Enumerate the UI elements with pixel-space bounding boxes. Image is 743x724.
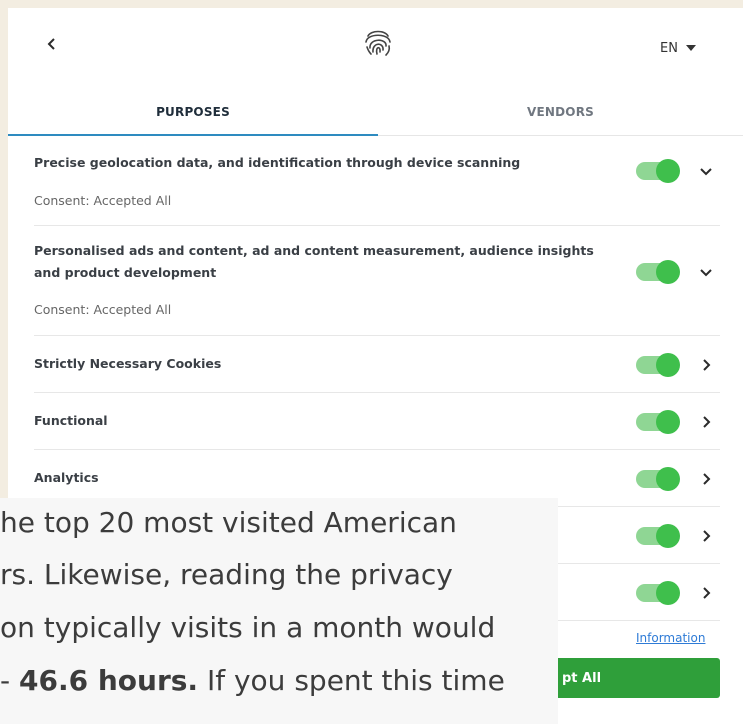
- purpose-row-functional[interactable]: Functional: [34, 393, 720, 450]
- chevron-right-icon[interactable]: [698, 528, 714, 544]
- toggle-knob: [656, 410, 680, 434]
- toggle-knob: [656, 159, 680, 183]
- purpose-toggle[interactable]: [636, 260, 680, 284]
- article-line: on typically visits in a month would: [0, 611, 496, 644]
- tab-purposes[interactable]: PURPOSES: [8, 88, 378, 136]
- toggle-knob: [656, 260, 680, 284]
- consent-status: Consent: Accepted All: [34, 302, 172, 317]
- caret-down-icon: [685, 45, 696, 51]
- article-line: rs. Likewise, reading the privacy: [0, 558, 453, 591]
- purpose-toggle[interactable]: [636, 159, 680, 183]
- chevron-left-icon[interactable]: [42, 34, 62, 54]
- purpose-title: Strictly Necessary Cookies: [34, 356, 222, 371]
- toggle-knob: [656, 467, 680, 491]
- purpose-row-strictly-necessary[interactable]: Strictly Necessary Cookies: [34, 336, 720, 393]
- purpose-row-geolocation: Precise geolocation data, and identifica…: [34, 136, 720, 226]
- chevron-right-icon[interactable]: [698, 414, 714, 430]
- language-selector[interactable]: EN: [660, 38, 696, 58]
- tab-bar: PURPOSES VENDORS: [8, 88, 743, 136]
- chevron-down-icon[interactable]: [698, 163, 714, 179]
- purpose-toggle[interactable]: [636, 524, 680, 548]
- purpose-toggle[interactable]: [636, 353, 680, 377]
- toggle-knob: [656, 524, 680, 548]
- consent-status: Consent: Accepted All: [34, 193, 172, 208]
- modal-header: EN: [8, 8, 743, 78]
- purpose-toggle[interactable]: [636, 410, 680, 434]
- chevron-right-icon[interactable]: [698, 471, 714, 487]
- tab-vendors[interactable]: VENDORS: [378, 88, 743, 136]
- purpose-title: Precise geolocation data, and identifica…: [34, 155, 521, 170]
- toggle-knob: [656, 353, 680, 377]
- purpose-toggle[interactable]: [636, 467, 680, 491]
- chevron-right-icon[interactable]: [698, 357, 714, 373]
- fingerprint-icon: [365, 30, 391, 56]
- information-link[interactable]: Information: [636, 631, 705, 645]
- purpose-title: Personalised ads and content, ad and con…: [34, 243, 594, 280]
- article-line: he top 20 most visited American: [0, 506, 457, 539]
- article-text-overlay: he top 20 most visited American rs. Like…: [0, 498, 558, 724]
- accept-all-button[interactable]: pt All: [548, 658, 720, 698]
- article-text: If you spent this time: [198, 664, 505, 697]
- article-bold-text: 46.6 hours.: [19, 664, 199, 697]
- article-line: - 46.6 hours. If you spent this time: [0, 664, 505, 697]
- chevron-down-icon[interactable]: [698, 264, 714, 280]
- language-label: EN: [660, 40, 678, 56]
- purpose-row-personalised-ads: Personalised ads and content, ad and con…: [34, 226, 720, 336]
- article-text: -: [0, 664, 20, 697]
- purpose-title: Functional: [34, 413, 108, 428]
- chevron-right-icon[interactable]: [698, 585, 714, 601]
- purpose-toggle[interactable]: [636, 581, 680, 605]
- toggle-knob: [656, 581, 680, 605]
- purpose-title: Analytics: [34, 470, 99, 485]
